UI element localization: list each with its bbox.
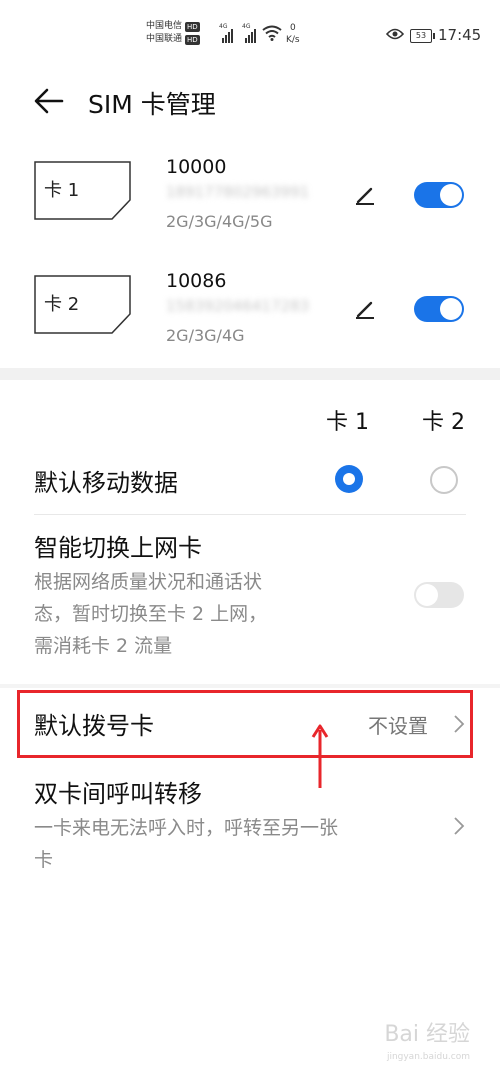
annotation-arrow-icon (311, 724, 329, 788)
smart-switch-title: 智能切换上网卡 (34, 534, 202, 562)
sim-name: 10086 (166, 270, 227, 292)
mobile-data-card-2-radio[interactable] (430, 466, 458, 494)
signal-icon: 4G (219, 23, 233, 43)
speed-value: 0 (289, 23, 296, 33)
column-header-card-2: 卡 2 (422, 410, 465, 435)
network-speed: 0 K/s (286, 22, 300, 46)
call-forward-title: 双卡间呼叫转移 (34, 780, 202, 808)
watermark-url: jingyan.baidu.com (386, 1052, 470, 1062)
sim-card-label: 卡 1 (44, 180, 80, 201)
smart-switch-toggle[interactable] (414, 582, 464, 608)
hd-badge: HD (185, 34, 200, 45)
network-type-1: 4G (219, 23, 228, 30)
speed-unit: K/s (286, 35, 300, 45)
mobile-data-card-1-radio[interactable] (335, 465, 363, 493)
top-bar: SIM 卡管理 (0, 76, 500, 126)
eye-icon (386, 28, 404, 40)
status-bar: 中国电信 HD 中国联通 HD 4G 4G 0 K/s 53 17:45 (0, 0, 500, 60)
sim-card-row-1: 卡 1 10000 189177802963991 2G/3G/4G/5G (0, 156, 500, 256)
wifi-icon (262, 25, 282, 41)
smart-switch-desc-line: 需消耗卡 2 流量 (34, 635, 173, 657)
chevron-right-icon (454, 817, 465, 835)
back-arrow-icon[interactable] (32, 86, 66, 116)
row-separator (34, 514, 466, 515)
sim-1-toggle[interactable] (414, 182, 464, 208)
default-mobile-data-label: 默认移动数据 (34, 469, 178, 497)
edit-pencil-icon[interactable] (354, 298, 376, 320)
carrier-2-name: 中国联通 (146, 34, 183, 44)
battery-icon: 53 (410, 29, 435, 43)
sim-card-graphic: 卡 2 (34, 270, 132, 334)
sim-network-types: 2G/3G/4G (166, 326, 245, 345)
smart-switch-desc-line: 根据网络质量状况和通话状 (34, 571, 263, 593)
call-forward-desc-line: 卡 (34, 849, 54, 871)
call-forward-description: 一卡来电无法呼入时，呼转至另一张 卡 (34, 812, 338, 876)
smart-switch-description: 根据网络质量状况和通话状 态，暂时切换至卡 2 上网， 需消耗卡 2 流量 (34, 566, 267, 662)
sim-network-types: 2G/3G/4G/5G (166, 212, 273, 231)
smart-switch-desc-line: 态，暂时切换至卡 2 上网， (34, 603, 268, 625)
sim-2-toggle[interactable] (414, 296, 464, 322)
sim-name: 10000 (166, 156, 227, 178)
column-header-card-1: 卡 1 (326, 410, 369, 435)
carrier-1-name: 中国电信 (146, 21, 183, 31)
sim-card-graphic: 卡 1 (34, 156, 132, 220)
signal-icon: 4G (242, 23, 256, 43)
page-title: SIM 卡管理 (88, 90, 216, 119)
sim-number: 158392046417283 (166, 297, 310, 315)
highlight-box (17, 690, 473, 758)
sim-card-row-2: 卡 2 10086 158392046417283 2G/3G/4G (0, 270, 500, 370)
watermark: Bai 经验 (384, 1022, 470, 1047)
edit-pencil-icon[interactable] (354, 184, 376, 206)
call-forward-row[interactable]: 双卡间呼叫转移 一卡来电无法呼入时，呼转至另一张 卡 (0, 766, 500, 886)
hd-badge: HD (185, 21, 200, 32)
section-divider (0, 684, 500, 688)
sim-card-label: 卡 2 (44, 294, 80, 315)
call-forward-desc-line: 一卡来电无法呼入时，呼转至另一张 (34, 817, 339, 839)
section-divider (0, 368, 500, 380)
carrier-info: 中国电信 HD 中国联通 HD (146, 20, 200, 46)
clock: 17:45 (438, 26, 482, 44)
sim-number: 189177802963991 (166, 183, 310, 201)
network-type-2: 4G (242, 23, 251, 30)
